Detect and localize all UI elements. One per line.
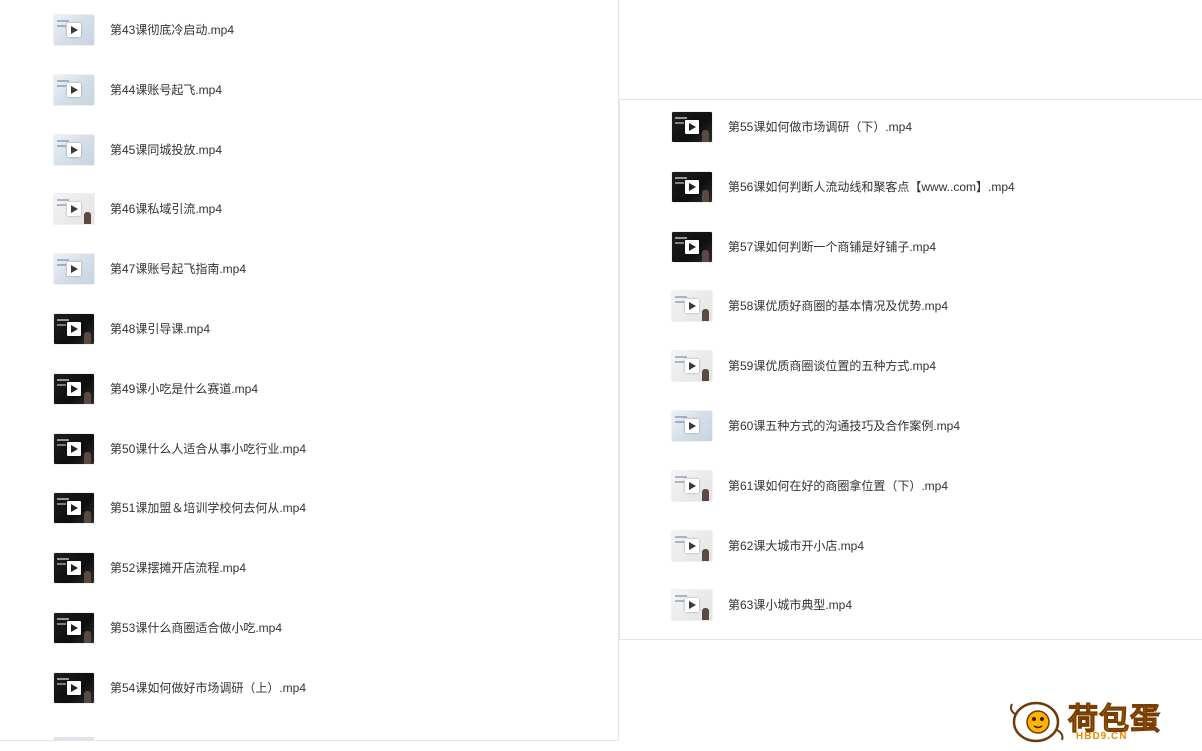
video-file-item[interactable]: 第54课如何做好市场调研（上）.mp4 (54, 672, 306, 733)
play-icon (67, 321, 81, 336)
video-thumbnail[interactable] (672, 351, 712, 382)
video-thumbnail[interactable] (54, 15, 94, 45)
file-name[interactable]: 第59课优质商圈谈位置的五种方式.mp4 (728, 359, 936, 373)
video-thumbnail[interactable] (54, 134, 94, 165)
play-icon (67, 441, 81, 456)
watermark-domain: HBD9.CN (1076, 731, 1128, 742)
play-icon (67, 142, 81, 157)
file-name[interactable]: 第48课引导课.mp4 (110, 322, 210, 336)
video-file-item[interactable]: 第53课什么商圈适合做小吃.mp4 (54, 612, 306, 673)
file-name[interactable]: 第61课如何在好的商圈拿位置（下）.mp4 (728, 479, 948, 493)
file-name[interactable]: 第52课摆摊开店流程.mp4 (110, 561, 246, 575)
play-icon (685, 478, 699, 493)
video-file-item[interactable]: 第47课账号起飞指南.mp4 (54, 254, 306, 314)
video-file-item[interactable]: 第59课优质商圈谈位置的五种方式.mp4 (672, 351, 1015, 411)
video-file-list: 第55课如何做市场调研（下）.mp4 第56课如何判断人流动线和聚客点【www..… (672, 112, 1015, 639)
site-watermark: 荷包蛋 HBD9.CN (1006, 692, 1198, 748)
video-thumbnail[interactable] (54, 553, 94, 584)
play-icon (685, 418, 699, 433)
play-icon (67, 501, 81, 516)
video-thumbnail[interactable] (54, 373, 94, 404)
file-name[interactable]: 第43课彻底冷启动.mp4 (110, 23, 234, 37)
video-thumbnail[interactable] (54, 194, 94, 225)
play-icon (685, 299, 699, 314)
video-thumbnail[interactable] (672, 470, 712, 501)
partial-video-thumbnail (54, 737, 94, 741)
video-thumbnail[interactable] (672, 530, 712, 561)
video-thumbnail[interactable] (672, 590, 712, 621)
video-thumbnail[interactable] (54, 254, 94, 285)
video-thumbnail[interactable] (54, 612, 94, 643)
file-name[interactable]: 第58课优质好商圈的基本情况及优势.mp4 (728, 299, 948, 313)
video-thumbnail[interactable] (672, 291, 712, 322)
video-file-item[interactable]: 第62课大城市开小店.mp4 (672, 530, 1015, 591)
video-file-item[interactable]: 第49课小吃是什么赛道.mp4 (54, 373, 306, 434)
video-file-item[interactable]: 第63课小城市典型.mp4 (672, 590, 1015, 639)
video-thumbnail[interactable] (672, 410, 712, 441)
file-name[interactable]: 第46课私域引流.mp4 (110, 202, 222, 216)
file-name[interactable]: 第47课账号起飞指南.mp4 (110, 262, 246, 276)
file-name[interactable]: 第54课如何做好市场调研（上）.mp4 (110, 681, 306, 695)
file-name[interactable]: 第44课账号起飞.mp4 (110, 83, 222, 97)
file-name[interactable]: 第55课如何做市场调研（下）.mp4 (728, 120, 912, 134)
video-file-item[interactable]: 第50课什么人适合从事小吃行业.mp4 (54, 433, 306, 494)
play-icon (685, 538, 699, 553)
file-name[interactable]: 第51课加盟＆培训学校何去何从.mp4 (110, 501, 306, 515)
video-thumbnail[interactable] (672, 231, 712, 262)
play-icon (685, 239, 699, 254)
file-name[interactable]: 第53课什么商圈适合做小吃.mp4 (110, 621, 282, 635)
video-file-item[interactable]: 第44课账号起飞.mp4 (54, 74, 306, 135)
video-thumbnail[interactable] (54, 313, 94, 344)
play-icon (67, 561, 81, 576)
file-name[interactable]: 第57课如何判断一个商铺是好铺子.mp4 (728, 240, 936, 254)
video-file-list: 第43课彻底冷启动.mp4 第44课账号起飞.mp4 第45课同城投放.mp4 第46… (54, 15, 306, 733)
file-name[interactable]: 第62课大城市开小店.mp4 (728, 539, 864, 553)
video-file-item[interactable]: 第43课彻底冷启动.mp4 (54, 15, 306, 75)
video-file-item[interactable]: 第55课如何做市场调研（下）.mp4 (672, 112, 1015, 172)
file-name[interactable]: 第50课什么人适合从事小吃行业.mp4 (110, 442, 306, 456)
video-thumbnail[interactable] (54, 493, 94, 524)
play-icon (67, 82, 81, 97)
video-file-item[interactable]: 第51课加盟＆培训学校何去何从.mp4 (54, 493, 306, 553)
video-thumbnail[interactable] (54, 433, 94, 464)
video-file-item[interactable]: 第52课摆摊开店流程.mp4 (54, 553, 306, 613)
video-file-item[interactable]: 第45课同城投放.mp4 (54, 134, 306, 195)
video-file-item[interactable]: 第61课如何在好的商圈拿位置（下）.mp4 (672, 470, 1015, 531)
file-name[interactable]: 第56课如何判断人流动线和聚客点【www..com】.mp4 (728, 180, 1015, 194)
video-file-item[interactable]: 第46课私域引流.mp4 (54, 194, 306, 254)
video-thumbnail[interactable] (672, 171, 712, 202)
file-name[interactable]: 第49课小吃是什么赛道.mp4 (110, 382, 258, 396)
play-icon (67, 262, 81, 277)
play-icon (67, 202, 81, 217)
file-list-left: 第43课彻底冷启动.mp4 第44课账号起飞.mp4 第45课同城投放.mp4 第46… (0, 0, 619, 741)
play-icon (685, 359, 699, 374)
play-icon (67, 23, 81, 37)
play-icon (67, 680, 81, 695)
egg-mascot-icon (1010, 701, 1064, 743)
play-icon (685, 179, 699, 194)
play-icon (685, 120, 699, 134)
video-thumbnail[interactable] (54, 74, 94, 105)
file-name[interactable]: 第63课小城市典型.mp4 (728, 598, 852, 612)
video-file-item[interactable]: 第56课如何判断人流动线和聚客点【www..com】.mp4 (672, 171, 1015, 232)
video-file-item[interactable]: 第57课如何判断一个商铺是好铺子.mp4 (672, 231, 1015, 292)
video-file-item[interactable]: 第58课优质好商圈的基本情况及优势.mp4 (672, 291, 1015, 351)
file-name[interactable]: 第45课同城投放.mp4 (110, 143, 222, 157)
video-thumbnail[interactable] (672, 112, 712, 142)
file-list-right: 第55课如何做市场调研（下）.mp4 第56课如何判断人流动线和聚客点【www..… (619, 99, 1202, 640)
play-icon (685, 598, 699, 613)
play-icon (67, 381, 81, 396)
play-icon (67, 620, 81, 635)
file-name[interactable]: 第60课五种方式的沟通技巧及合作案例.mp4 (728, 419, 960, 433)
video-file-item[interactable]: 第60课五种方式的沟通技巧及合作案例.mp4 (672, 410, 1015, 471)
video-thumbnail[interactable] (54, 672, 94, 703)
video-file-item[interactable]: 第48课引导课.mp4 (54, 313, 306, 374)
